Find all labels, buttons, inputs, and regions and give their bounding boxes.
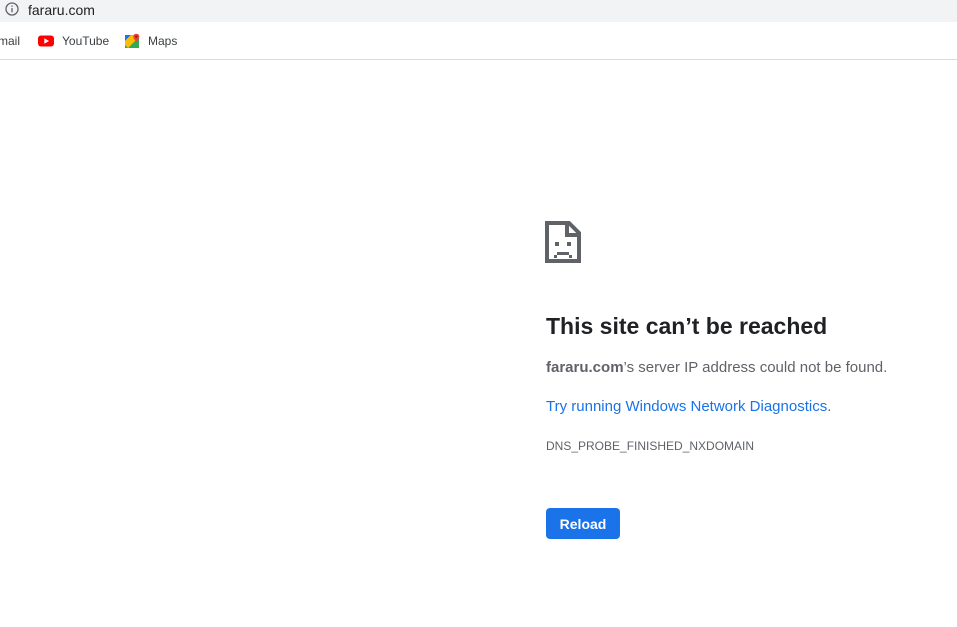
youtube-icon xyxy=(38,35,54,47)
error-title: This site can’t be reached xyxy=(546,313,828,339)
diagnostics-line: Try running Windows Network Diagnostics. xyxy=(546,397,831,417)
info-icon[interactable] xyxy=(5,2,19,16)
maps-icon xyxy=(125,33,140,48)
reload-button[interactable]: Reload xyxy=(546,508,620,539)
bookmarks-bar: mail YouTube Maps xyxy=(0,22,957,60)
bookmark-label: Maps xyxy=(148,34,178,48)
address-bar[interactable]: fararu.com xyxy=(0,0,957,22)
bookmark-label: mail xyxy=(0,34,21,48)
url-text[interactable]: fararu.com xyxy=(28,1,95,19)
bookmark-label: YouTube xyxy=(62,34,110,48)
bookmark-youtube[interactable]: YouTube xyxy=(38,32,109,50)
bookmark-maps[interactable]: Maps xyxy=(124,32,177,50)
network-diagnostics-link[interactable]: Try running Windows Network Diagnostics xyxy=(546,398,827,415)
sad-page-icon xyxy=(545,221,581,263)
bookmark-gmail[interactable]: mail xyxy=(0,32,20,50)
diagnostics-suffix: . xyxy=(827,398,832,415)
error-host: fararu.com xyxy=(546,359,624,376)
error-code: DNS_PROBE_FINISHED_NXDOMAIN xyxy=(546,439,755,453)
error-description: fararu.com’s server IP address could not… xyxy=(546,358,887,378)
error-description-text: ’s server IP address could not be found. xyxy=(623,359,888,376)
